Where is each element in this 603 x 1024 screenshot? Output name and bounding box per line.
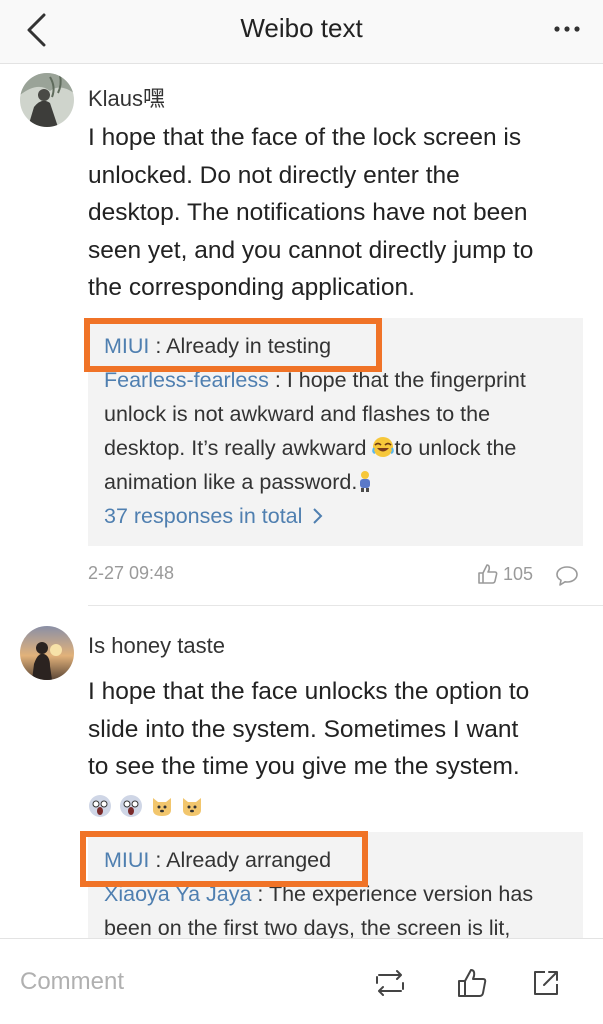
scared-emoji-icon: [88, 794, 112, 824]
thumbs-up-icon: [478, 564, 498, 584]
doge-emoji-icon: [150, 797, 174, 824]
share-icon: [534, 971, 558, 995]
emoji-row: [88, 786, 586, 823]
divider: [88, 605, 603, 606]
highlight-box: [84, 318, 382, 372]
more-dots-icon: [554, 26, 580, 32]
comment-text: I hope that the face of the lock screen …: [88, 124, 534, 301]
laughing-crying-emoji-icon: [372, 435, 395, 469]
page-title: Weibo text: [240, 13, 363, 43]
reply-text-line: animation like a password.: [104, 466, 575, 503]
comment-item: Is honey taste I hope that the face unlo…: [0, 609, 603, 940]
like-button[interactable]: 105: [477, 563, 533, 585]
highlight-box: [80, 831, 368, 887]
avatar[interactable]: [20, 73, 74, 127]
like-button[interactable]: [452, 963, 492, 1003]
thumbs-up-icon: [458, 969, 487, 997]
repost-button[interactable]: [370, 963, 410, 1003]
avatar[interactable]: [20, 626, 74, 680]
comment-meta: 2-27 09:48 105: [88, 563, 583, 593]
reply-text-line: unlock is not awkward and flashes to the: [104, 402, 491, 426]
chevron-right-icon: [302, 504, 323, 528]
share-button[interactable]: [526, 963, 566, 1003]
reply-button[interactable]: [555, 565, 579, 592]
doge-emoji-icon: [180, 797, 204, 824]
bottom-bar: Comment: [0, 938, 603, 1024]
reply-text-line: been on the first two days, the screen i…: [104, 916, 511, 940]
reply-text-line: desktop. It’s really awkward to unlock t…: [104, 432, 575, 469]
timestamp: 2-27 09:48: [88, 563, 175, 583]
like-count: 105: [502, 563, 533, 584]
username[interactable]: Is honey taste: [88, 633, 225, 659]
comment-bubble-icon: [556, 566, 578, 586]
scared-emoji-icon: [119, 794, 143, 824]
shrug-emoji-icon: [357, 469, 373, 503]
comment-input[interactable]: Comment: [20, 968, 124, 996]
more-replies-link[interactable]: 37 responses in total: [104, 500, 575, 534]
username[interactable]: Klaus嘿: [88, 81, 165, 113]
more-button[interactable]: [547, 12, 587, 46]
comment-item: Klaus嘿 I hope that the face of the lock …: [0, 64, 603, 609]
repost-icon: [376, 970, 404, 996]
comment-text: I hope that the face unlocks the option …: [88, 673, 586, 823]
top-bar: Weibo text: [0, 0, 603, 64]
